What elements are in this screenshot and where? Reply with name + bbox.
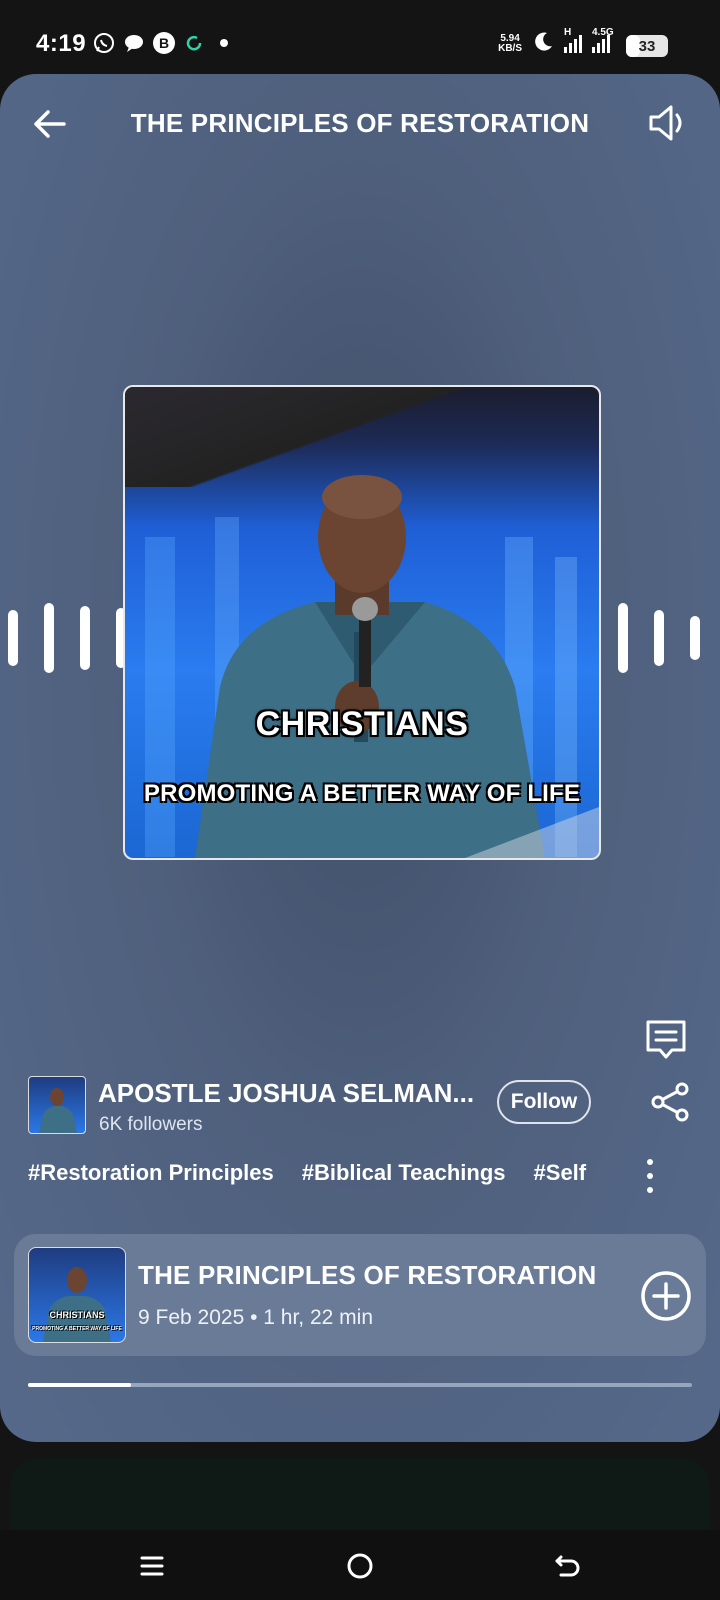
comment-button[interactable]	[644, 1018, 688, 1062]
net-speed: 5.94 KB/S	[498, 32, 522, 54]
comment-icon	[646, 1020, 686, 1059]
sync-icon	[183, 32, 205, 54]
add-to-playlist-button[interactable]	[640, 1270, 692, 1322]
thumb-caption-small: PROMOTING A BETTER WAY OF LIFE	[32, 1326, 122, 1332]
nav-recents-button[interactable]	[134, 1548, 170, 1584]
waveform-bar	[690, 616, 700, 660]
playback-progress-fill	[28, 1383, 131, 1387]
notification-icons: B	[93, 32, 235, 54]
back-button[interactable]	[28, 102, 72, 146]
home-circle-icon	[347, 1553, 373, 1579]
playback-progress-bar[interactable]	[28, 1383, 692, 1387]
cover-caption-large: CHRISTIANS	[255, 705, 469, 743]
share-icon	[651, 1082, 689, 1122]
waveform-bar	[80, 606, 90, 670]
signal-45g-icon: 4.5G	[592, 27, 614, 53]
speaker-icon	[649, 105, 682, 141]
avatar-image	[39, 1088, 77, 1133]
back-arrow-icon	[555, 1555, 580, 1577]
share-button[interactable]	[648, 1080, 692, 1124]
author-avatar[interactable]	[28, 1076, 86, 1134]
arrow-left-icon	[34, 110, 66, 138]
chat-bubble-icon	[123, 32, 145, 54]
waveform-bar	[618, 603, 628, 673]
signal-h-icon: H	[564, 27, 582, 53]
dot-icon	[213, 32, 235, 54]
status-bar: 4:19 B 5.94 KB/S H 4.5G 33	[0, 0, 720, 74]
tag-chip[interactable]: #Biblical Teachings	[302, 1160, 506, 1186]
status-indicators: 5.94 KB/S H 4.5G	[498, 27, 614, 57]
status-time: 4:19	[36, 30, 87, 57]
moon-icon	[532, 30, 554, 57]
waveform-bar	[44, 603, 54, 673]
episode-card[interactable]: CHRISTIANS PROMOTING A BETTER WAY OF LIF…	[14, 1234, 706, 1356]
episode-title: THE PRINCIPLES OF RESTORATION	[138, 1260, 597, 1290]
waveform-bar	[8, 610, 18, 666]
more-options-button[interactable]	[630, 1154, 670, 1198]
battery-indicator: 33	[626, 35, 668, 57]
author-row: APOSTLE JOSHUA SELMAN... 6K followers Fo…	[28, 1074, 692, 1138]
author-name[interactable]: APOSTLE JOSHUA SELMAN...	[98, 1078, 478, 1109]
add-circle-icon	[641, 1271, 691, 1321]
waveform-bar	[654, 610, 664, 666]
cover-caption-small: PROMOTING A BETTER WAY OF LIFE	[143, 780, 581, 807]
system-nav-bar	[0, 1530, 720, 1600]
author-followers: 6K followers	[99, 1114, 203, 1135]
tags-row: #Restoration Principles #Biblical Teachin…	[28, 1160, 628, 1200]
bottom-panel	[10, 1458, 710, 1538]
follow-button[interactable]: Follow	[497, 1080, 591, 1124]
tag-chip[interactable]: #Self	[534, 1160, 587, 1186]
thumb-caption-large: CHRISTIANS	[49, 1310, 105, 1320]
player-card: THE PRINCIPLES OF RESTORATION CHRISTIANS…	[0, 74, 720, 1442]
page-title: THE PRINCIPLES OF RESTORATION	[130, 108, 590, 138]
nav-home-button[interactable]	[342, 1548, 378, 1584]
episode-thumbnail: CHRISTIANS PROMOTING A BETTER WAY OF LIF…	[28, 1247, 126, 1343]
episode-meta: 9 Feb 2025 • 1 hr, 22 min	[138, 1306, 373, 1329]
nav-back-button[interactable]	[550, 1548, 586, 1584]
cover-art: CHRISTIANS PROMOTING A BETTER WAY OF LIF…	[123, 385, 601, 860]
more-vertical-icon	[647, 1159, 653, 1165]
volume-button[interactable]	[642, 98, 692, 148]
tag-chip[interactable]: #Restoration Principles	[28, 1160, 274, 1186]
bitcoin-icon: B	[153, 32, 175, 54]
whatsapp-icon	[93, 32, 115, 54]
menu-icon	[140, 1556, 164, 1576]
